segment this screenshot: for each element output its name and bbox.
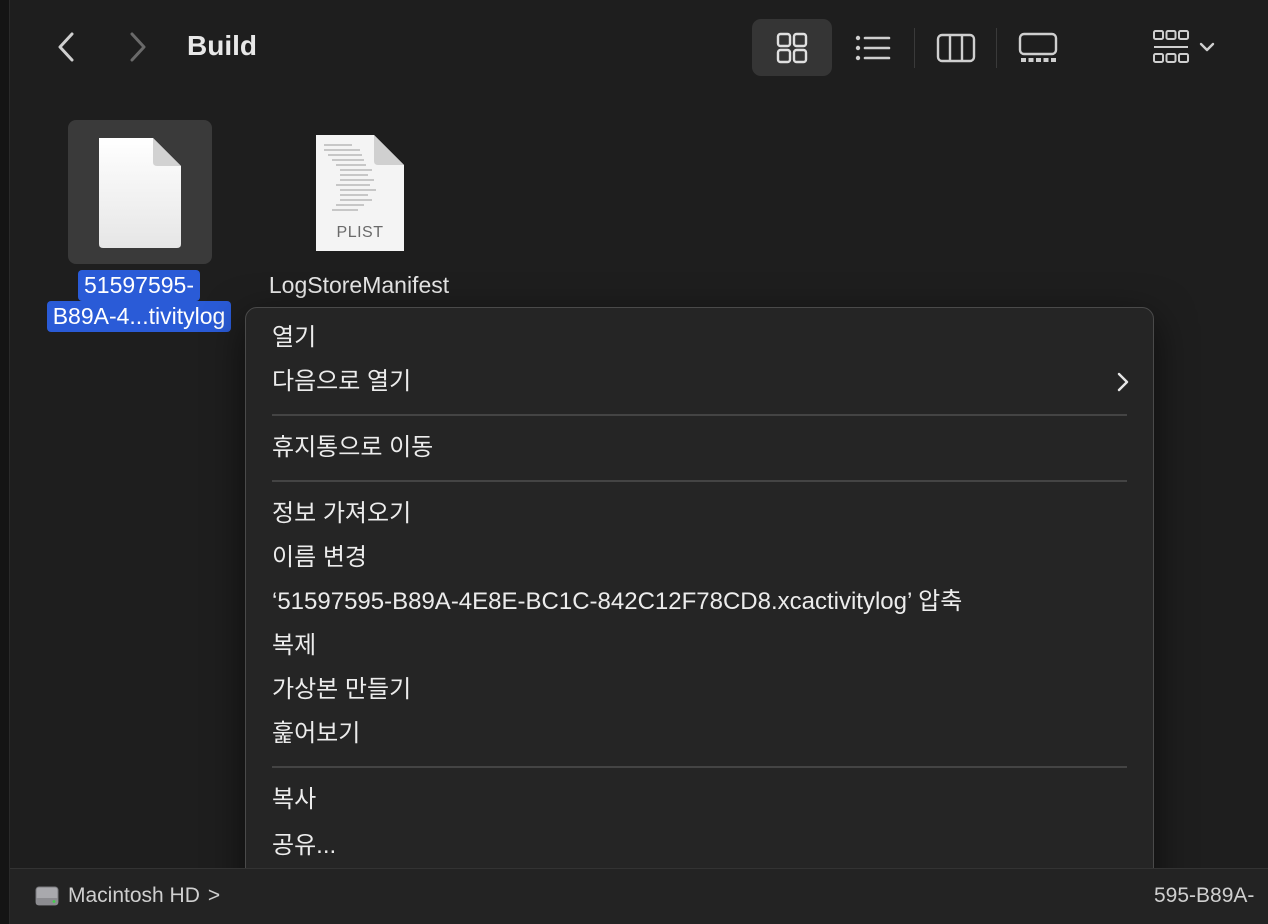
chevron-down-icon bbox=[1199, 42, 1215, 52]
toolbar: Build bbox=[10, 0, 1268, 94]
menu-item-rename[interactable]: 이름 변경 bbox=[272, 538, 1132, 578]
path-segment-disk[interactable]: Macintosh HD > bbox=[34, 884, 220, 908]
menu-item-copy[interactable]: 복사 bbox=[272, 780, 1132, 820]
path-separator: > bbox=[207, 884, 221, 907]
document-icon bbox=[99, 138, 181, 248]
back-button[interactable] bbox=[48, 28, 84, 66]
menu-item-open-with[interactable]: 다음으로 열기 bbox=[272, 362, 1132, 402]
gallery-view-button[interactable] bbox=[998, 19, 1078, 76]
menu-item-quick-look[interactable]: 훑어보기 bbox=[272, 714, 1132, 754]
icon-view-button[interactable] bbox=[752, 19, 832, 76]
list-icon bbox=[855, 35, 891, 60]
file-icon-selection bbox=[68, 120, 212, 264]
menu-item-get-info[interactable]: 정보 가져오기 bbox=[272, 494, 1132, 534]
group-button[interactable] bbox=[1152, 24, 1232, 70]
window-title: Build bbox=[187, 30, 257, 61]
plist-badge: PLIST bbox=[336, 224, 384, 241]
menu-item-make-alias[interactable]: 가상본 만들기 bbox=[272, 670, 1132, 710]
menu-item-open[interactable]: 열기 bbox=[272, 318, 1132, 358]
chevron-right-icon bbox=[130, 32, 146, 62]
menu-separator bbox=[272, 414, 1127, 416]
forward-button[interactable] bbox=[120, 28, 156, 66]
path-segment-file[interactable]: 595-B89A- bbox=[1154, 884, 1254, 908]
context-menu: 열기 다음으로 열기 휴지통으로 이동 정보 가져오기 이름 변경 ‘51597… bbox=[245, 307, 1154, 924]
column-view-button[interactable] bbox=[916, 19, 996, 76]
file-name: 51597595- B89A-4...tivitylog bbox=[30, 270, 248, 332]
menu-item-compress[interactable]: ‘51597595-B89A-4E8E-BC1C-842C12F78CD8.xc… bbox=[272, 582, 1132, 622]
path-bar: Macintosh HD > 595-B89A- bbox=[10, 868, 1268, 924]
menu-separator bbox=[272, 766, 1127, 768]
toolbar-separator bbox=[996, 28, 997, 68]
menu-item-move-to-trash[interactable]: 휴지통으로 이동 bbox=[272, 428, 1132, 468]
window-left-edge bbox=[0, 0, 10, 924]
gallery-icon bbox=[1018, 32, 1058, 62]
chevron-left-icon bbox=[58, 32, 74, 62]
menu-item-duplicate[interactable]: 복제 bbox=[272, 626, 1132, 666]
hard-drive-icon bbox=[35, 886, 59, 906]
icon-grid-icon bbox=[776, 32, 808, 63]
file-name: LogStoreManifest bbox=[268, 272, 450, 298]
file-name-line2: B89A-4...tivitylog bbox=[46, 301, 232, 332]
list-view-button[interactable] bbox=[833, 19, 913, 76]
file-name-line1: 51597595- bbox=[78, 270, 200, 301]
columns-icon bbox=[936, 33, 976, 62]
menu-separator bbox=[272, 480, 1127, 482]
menu-item-share[interactable]: 공유... bbox=[272, 826, 1132, 866]
group-grid-icon bbox=[1153, 30, 1189, 63]
file-icon bbox=[288, 120, 432, 264]
chevron-right-icon bbox=[1117, 372, 1129, 392]
toolbar-separator bbox=[914, 28, 915, 68]
disk-name: Macintosh HD bbox=[68, 884, 200, 907]
